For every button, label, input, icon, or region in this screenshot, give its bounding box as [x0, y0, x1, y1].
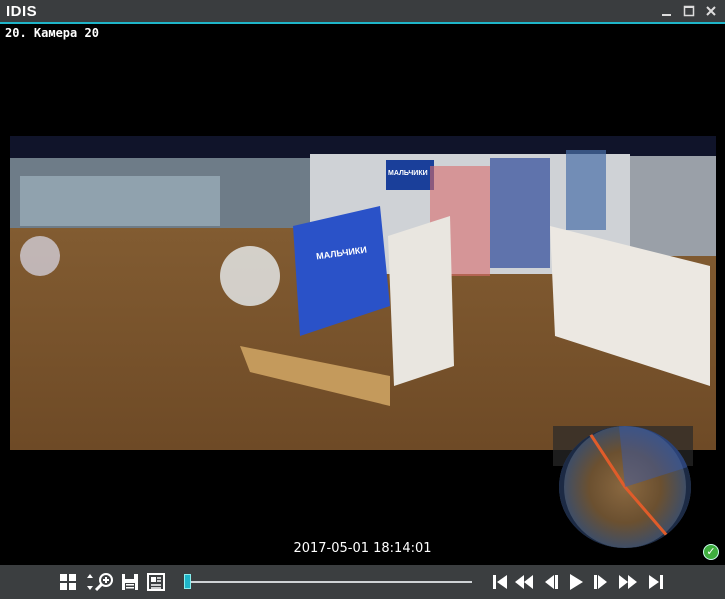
window-controls: [659, 3, 719, 19]
playback-toolbar: [0, 565, 725, 599]
zoom-in-icon[interactable]: [94, 572, 114, 592]
save-icon[interactable]: [120, 572, 140, 592]
close-icon[interactable]: [703, 3, 719, 19]
fast-forward-icon[interactable]: [618, 572, 638, 592]
status-ok-icon: ✓: [703, 544, 719, 560]
step-back-icon[interactable]: [540, 572, 560, 592]
timestamp: 2017-05-01 18:14:01: [293, 541, 432, 556]
maximize-icon[interactable]: [681, 3, 697, 19]
grid-layout-icon[interactable]: [58, 572, 78, 592]
timeline-handle[interactable]: [184, 574, 191, 589]
play-icon[interactable]: [566, 572, 586, 592]
minimize-icon[interactable]: [659, 3, 675, 19]
video-viewport[interactable]: 20. Камера 20 МАЛЬЧИКИ МАЛЬЧИКИ 2017-05-…: [3, 24, 722, 563]
app-title: IDIS: [6, 3, 38, 20]
panorama-video-frame: МАЛЬЧИКИ МАЛЬЧИКИ: [10, 136, 716, 450]
report-icon[interactable]: [146, 572, 166, 592]
title-bar: IDIS: [0, 0, 725, 24]
skip-to-start-icon[interactable]: [490, 572, 510, 592]
step-forward-icon[interactable]: [592, 572, 612, 592]
camera-label: 20. Камера 20: [5, 26, 99, 40]
skip-to-end-icon[interactable]: [646, 572, 666, 592]
layout-dropdown-icon[interactable]: [80, 572, 93, 592]
timeline-track[interactable]: [184, 581, 472, 583]
fast-rewind-icon[interactable]: [514, 572, 534, 592]
fisheye-preview[interactable]: [559, 426, 691, 548]
sign-boys-right: МАЛЬЧИКИ: [388, 170, 428, 177]
